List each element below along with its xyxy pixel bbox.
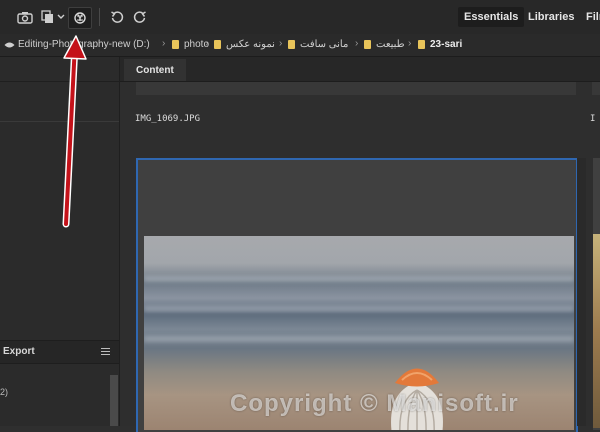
content-tab-bar: Content [120,57,600,82]
sea-wave [144,336,574,342]
folder-icon [418,40,425,49]
breadcrumb-item-23-sari[interactable]: 23-sari [418,39,462,50]
photo-thumbnail-next [593,234,600,428]
rotate-left-icon[interactable] [108,7,126,27]
thumbnail-file-name-next: I [590,114,596,124]
export-panel-header[interactable]: Export [0,340,119,364]
breadcrumb-label: 23-sari [430,39,463,50]
export-count: 2) [0,387,9,397]
content-scrollbar[interactable] [577,158,586,426]
breadcrumb-item-photo[interactable]: photo [172,39,209,50]
left-panel-scrollbar[interactable] [110,375,118,426]
breadcrumb-item-nature[interactable]: طبیعت [364,39,405,50]
thumbnail-card-next[interactable] [593,158,600,430]
toolbar-separator [99,8,100,26]
chevron-right-icon: › [205,38,209,49]
camera-get-photos-icon[interactable] [16,7,34,27]
copy-stack-icon[interactable] [40,7,56,27]
folder-icon [172,40,179,49]
thumbnail-row-top-next [592,82,600,95]
workspace-tab-essentials[interactable]: Essentials [458,7,525,27]
export-panel-title: Export [3,346,35,357]
copyright-watermark: Copyright © Manisoft.ir [230,390,519,417]
breadcrumb-label: نمونه عکس [226,39,275,50]
chevron-right-icon: › [408,38,412,49]
panel-menu-icon[interactable] [101,348,110,357]
breadcrumb-label: طبیعت [376,39,405,50]
breadcrumb-label: Editing-Photography-new (D:) [18,39,150,50]
left-panel-header [0,57,119,82]
content-panel: Content IMG_1069.JPG I [120,57,600,432]
breadcrumb-label: مانی سافت [300,39,349,50]
chevron-right-icon: › [355,38,359,49]
sea-wave [144,276,574,282]
thumbnail-file-name: IMG_1069.JPG [135,114,201,124]
app-toolbar: Essentials Libraries Film [0,0,600,35]
chevron-right-icon: › [279,38,283,49]
chevron-right-icon: › [162,38,166,49]
workspace-tab-libraries[interactable]: Libraries [522,7,580,27]
eye-icon [4,42,15,47]
breadcrumb-item-drive[interactable]: Editing-Photography-new (D:) [4,39,150,50]
workspace-tab-film[interactable]: Film [580,7,600,27]
chevron-down-icon[interactable] [56,7,66,27]
breadcrumb: Editing-Photography-new (D:) › photo › ن… [0,34,600,57]
sea-wave [144,306,574,312]
panel-divider [0,121,119,122]
folder-icon [288,40,295,49]
breadcrumb-item-sample-photos[interactable]: نمونه عکس [214,39,275,50]
folder-icon [364,40,371,49]
tab-content[interactable]: Content [124,59,186,81]
left-panel: Export 2) [0,57,120,426]
breadcrumb-item-manisoft[interactable]: مانی سافت [288,39,348,50]
rotate-right-icon[interactable] [131,7,149,27]
thumbnail-row-top [136,82,576,95]
camera-raw-refine-icon[interactable] [68,7,92,29]
folder-icon [214,40,221,49]
